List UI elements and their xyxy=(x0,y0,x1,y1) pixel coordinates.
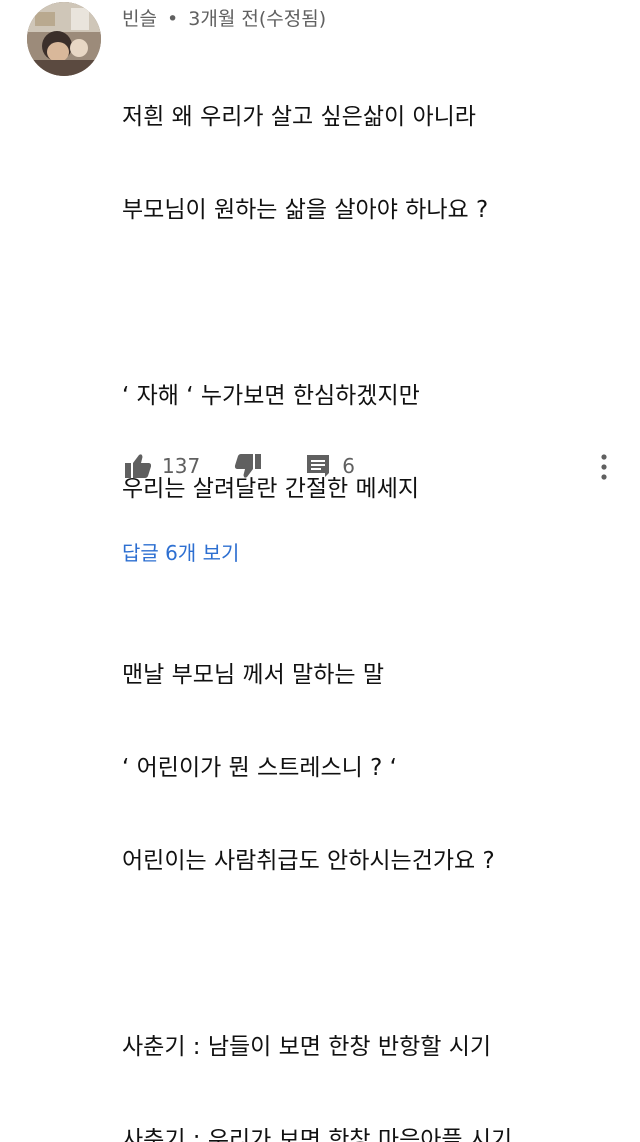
like-count: 137 xyxy=(162,454,201,478)
comment-line: 사춘기 : 남들이 보면 한창 반항할 시기 xyxy=(122,1034,492,1060)
comment-body: 저흰 왜 우리가 살고 싶은삶이 아니라 부모님이 원하는 삶을 살아야 하나요… xyxy=(122,40,512,1142)
comment-time: 3개월 전(수정됨) xyxy=(188,8,327,30)
thumbs-down-icon[interactable] xyxy=(232,450,264,482)
comment-actions: 137 6 xyxy=(122,448,355,484)
thumbs-up-icon[interactable] xyxy=(122,450,154,482)
more-vert-icon[interactable] xyxy=(592,452,616,482)
comment-meta: 빈슬 • 3개월 전(수정됨) xyxy=(122,4,326,31)
comment-line: 어린이는 사람취급도 안하시는건가요 ? xyxy=(122,848,495,874)
comment-line: ‘ 어린이가 뭔 스트레스니 ? ‘ xyxy=(122,755,397,781)
comment-line: 사춘기 : 우리가 보면 한창 마음아플 시기 xyxy=(122,1127,513,1142)
view-replies-link[interactable]: 답글 6개 보기 xyxy=(122,537,239,566)
comment-line-blank xyxy=(122,567,512,598)
reply-count: 6 xyxy=(342,454,355,478)
avatar-photo xyxy=(27,2,101,76)
comment-line: 맨날 부모님 께서 말하는 말 xyxy=(122,662,385,688)
comment-line-blank xyxy=(122,288,512,319)
author-name[interactable]: 빈슬 xyxy=(122,8,157,30)
comment-line: 부모님이 원하는 삶을 살아야 하나요 ? xyxy=(122,197,489,223)
comment-line: ‘ 자해 ‘ 누가보면 한심하겠지만 xyxy=(122,383,420,409)
comment-icon[interactable] xyxy=(302,450,334,482)
meta-separator: • xyxy=(167,8,179,30)
comment-line-blank xyxy=(122,939,512,970)
comment-line: 저흰 왜 우리가 살고 싶은삶이 아니라 xyxy=(122,104,476,130)
avatar[interactable] xyxy=(27,2,101,76)
